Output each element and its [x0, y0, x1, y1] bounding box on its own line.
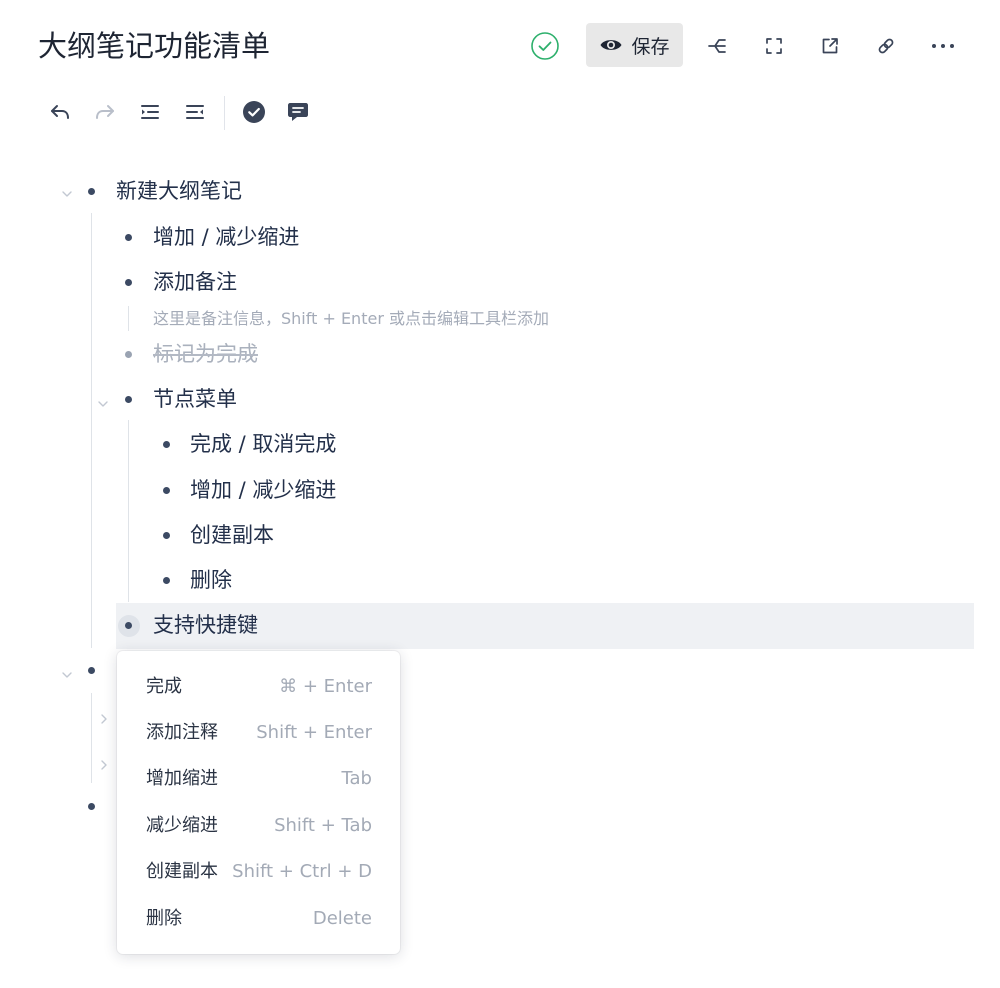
menu-item-shortcut: Shift + Ctrl + D [232, 861, 372, 882]
outdent-icon[interactable] [181, 96, 209, 128]
menu-item-add-note[interactable]: 添加注释 Shift + Enter [117, 710, 400, 756]
menu-item-outdent[interactable]: 减少缩进 Shift + Tab [117, 803, 400, 849]
note-guide-line [128, 306, 129, 331]
link-icon[interactable] [872, 32, 900, 60]
context-menu: 完成 ⌘ + Enter 添加注释 Shift + Enter 增加缩进 Tab… [117, 651, 400, 954]
menu-item-shortcut: Shift + Enter [256, 722, 372, 743]
save-button-label: 保存 [631, 35, 670, 58]
menu-item-label: 完成 [146, 676, 182, 697]
chevron-right-icon[interactable] [99, 710, 109, 729]
bullet-dot[interactable] [163, 487, 170, 494]
saved-check-icon[interactable] [529, 30, 561, 62]
save-button[interactable]: 保存 [586, 23, 683, 67]
outline-subitem-text[interactable]: 删除 [190, 560, 232, 600]
eye-icon [599, 36, 623, 54]
menu-item-duplicate[interactable]: 创建副本 Shift + Ctrl + D [117, 849, 400, 895]
submenu-guide-line [128, 420, 129, 602]
bullet-dot[interactable] [88, 803, 95, 810]
menu-item-delete[interactable]: 删除 Delete [117, 896, 400, 942]
outline-subitem-text[interactable]: 增加 / 减少缩进 [190, 470, 336, 510]
menu-item-indent[interactable]: 增加缩进 Tab [117, 756, 400, 802]
toolbar-divider [224, 96, 225, 130]
menu-item-complete[interactable]: 完成 ⌘ + Enter [117, 664, 400, 710]
bullet-dot[interactable] [125, 351, 132, 358]
bullet-dot[interactable] [88, 667, 95, 674]
redo-icon[interactable] [91, 96, 119, 128]
bullet-dot[interactable] [163, 532, 170, 539]
bullet-dot[interactable] [88, 188, 95, 195]
bullet-dot[interactable] [125, 234, 132, 241]
outline-item-text[interactable]: 增加 / 减少缩进 [153, 217, 299, 257]
menu-item-shortcut: Tab [341, 768, 372, 789]
open-external-icon[interactable] [816, 32, 844, 60]
menu-item-label: 删除 [146, 908, 182, 929]
chevron-down-icon[interactable] [61, 185, 73, 204]
outline-item-text[interactable]: 支持快捷键 [153, 605, 258, 645]
chevron-down-icon[interactable] [97, 395, 109, 414]
fullscreen-icon[interactable] [760, 32, 788, 60]
menu-item-label: 减少缩进 [146, 815, 218, 836]
menu-item-label: 添加注释 [146, 722, 218, 743]
outline-guide-line [91, 693, 92, 783]
outline-root-text[interactable]: 新建大纲笔记 [116, 171, 242, 211]
menu-item-shortcut: Shift + Tab [274, 815, 372, 836]
outline-note[interactable]: 这里是备注信息，Shift + Enter 或点击编辑工具栏添加 [153, 307, 549, 331]
chevron-right-icon[interactable] [99, 756, 109, 775]
more-icon[interactable] [928, 32, 958, 60]
outline-item-text[interactable]: 添加备注 [153, 262, 237, 302]
outline-item-text-completed[interactable]: 标记为完成 [153, 334, 258, 374]
outline-subitem-text[interactable]: 创建副本 [190, 515, 274, 555]
undo-icon[interactable] [46, 96, 74, 128]
menu-item-shortcut: Delete [312, 908, 372, 929]
menu-item-label: 创建副本 [146, 861, 218, 882]
chevron-down-icon[interactable] [61, 666, 73, 685]
bullet-dot[interactable] [163, 441, 170, 448]
complete-icon[interactable] [240, 96, 268, 128]
indent-icon[interactable] [136, 96, 164, 128]
comment-icon[interactable] [284, 96, 312, 128]
menu-item-label: 增加缩进 [146, 768, 218, 789]
bullet-dot[interactable] [163, 577, 170, 584]
bullet-dot[interactable] [125, 279, 132, 286]
menu-item-shortcut: ⌘ + Enter [279, 676, 372, 697]
bullet-dot[interactable] [125, 396, 132, 403]
mindmap-icon[interactable] [703, 32, 731, 60]
page-title: 大纲笔记功能清单 [38, 29, 271, 63]
bullet-dot[interactable] [125, 622, 132, 629]
outline-guide-line [91, 213, 92, 648]
outline-subitem-text[interactable]: 完成 / 取消完成 [190, 424, 336, 464]
outline-item-text[interactable]: 节点菜单 [153, 379, 237, 419]
